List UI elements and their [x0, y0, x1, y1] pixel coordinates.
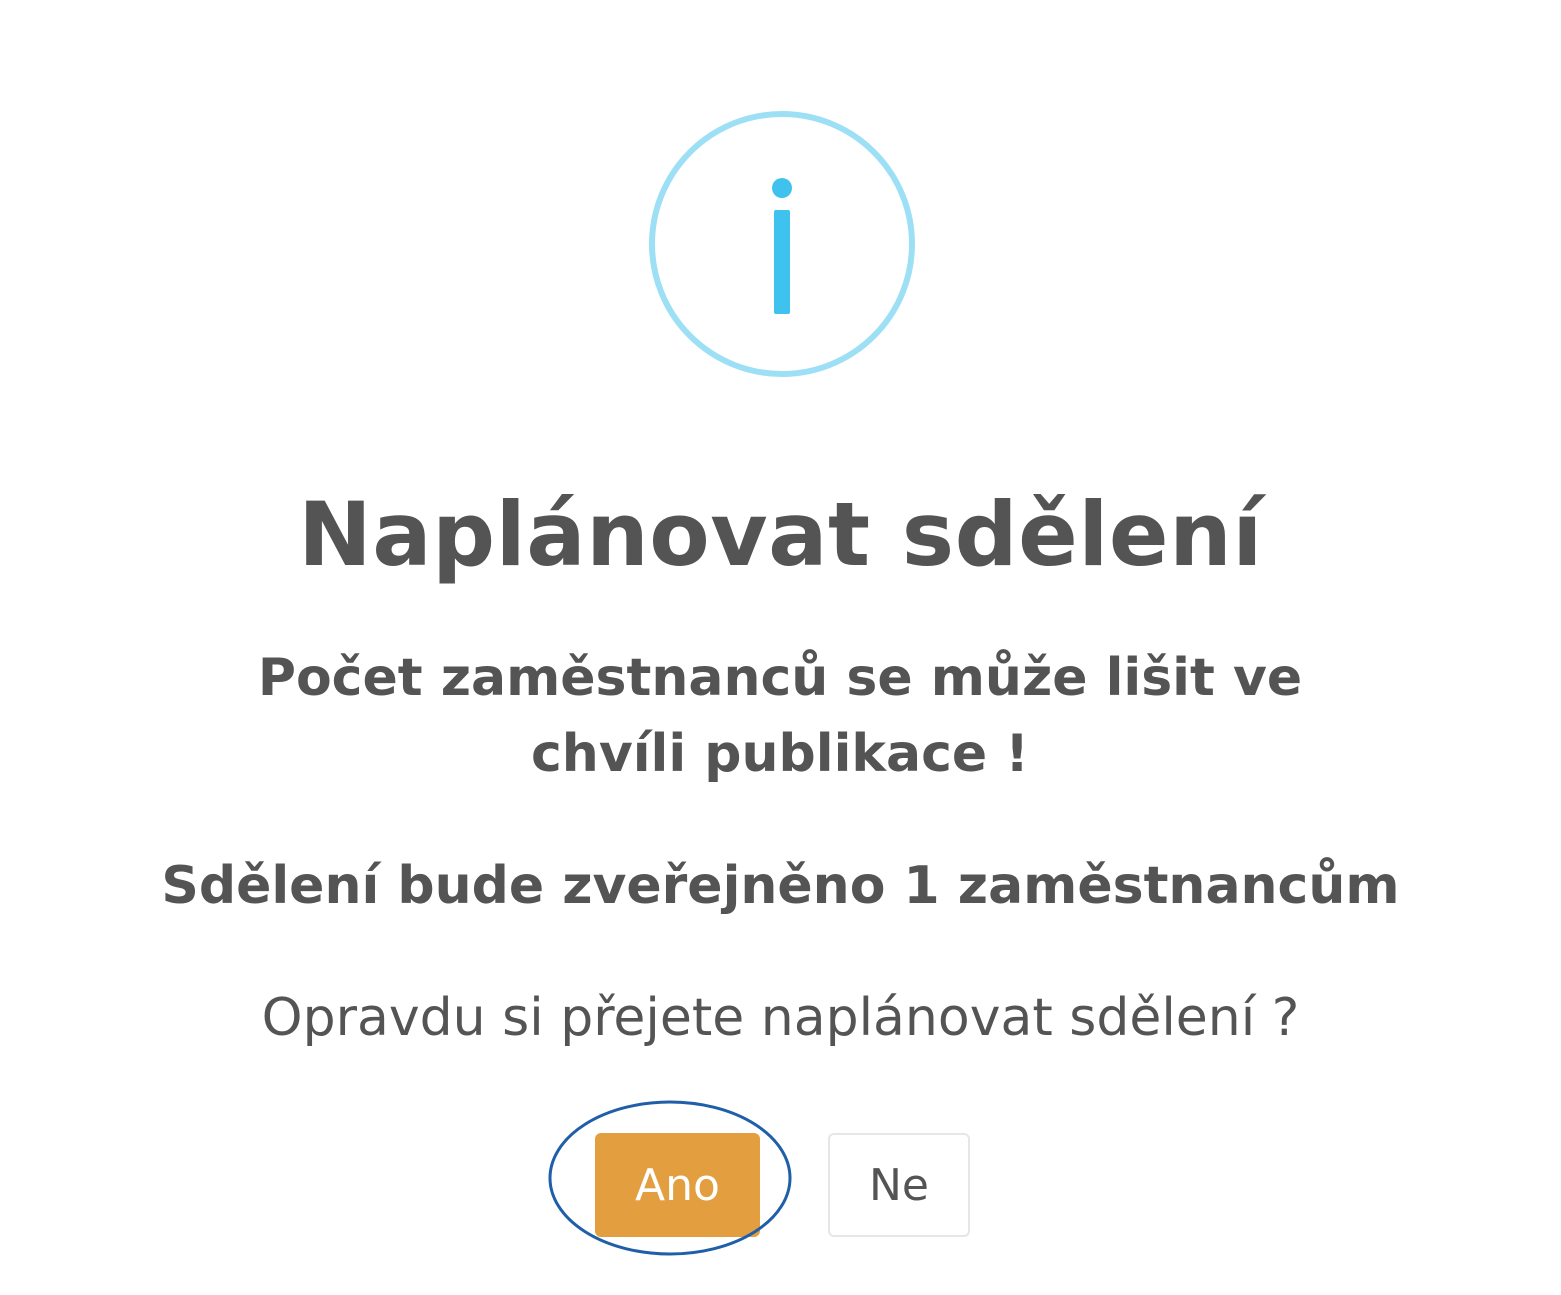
cancel-button[interactable]: Ne	[828, 1133, 970, 1237]
recipient-count-text: Sdělení bude zveřejněno 1 zaměstnancům	[161, 856, 1400, 916]
confirmation-question: Opravdu si přejete naplánovat sdělení ?	[261, 988, 1300, 1048]
dialog-title: Naplánovat sdělení	[298, 483, 1263, 586]
info-icon	[649, 111, 915, 377]
confirmation-dialog: Naplánovat sdělení Počet zaměstnanců se …	[0, 0, 1561, 1295]
confirm-button[interactable]: Ano	[595, 1133, 760, 1237]
warning-text: Počet zaměstnanců se může lišit ve chvíl…	[257, 648, 1303, 784]
